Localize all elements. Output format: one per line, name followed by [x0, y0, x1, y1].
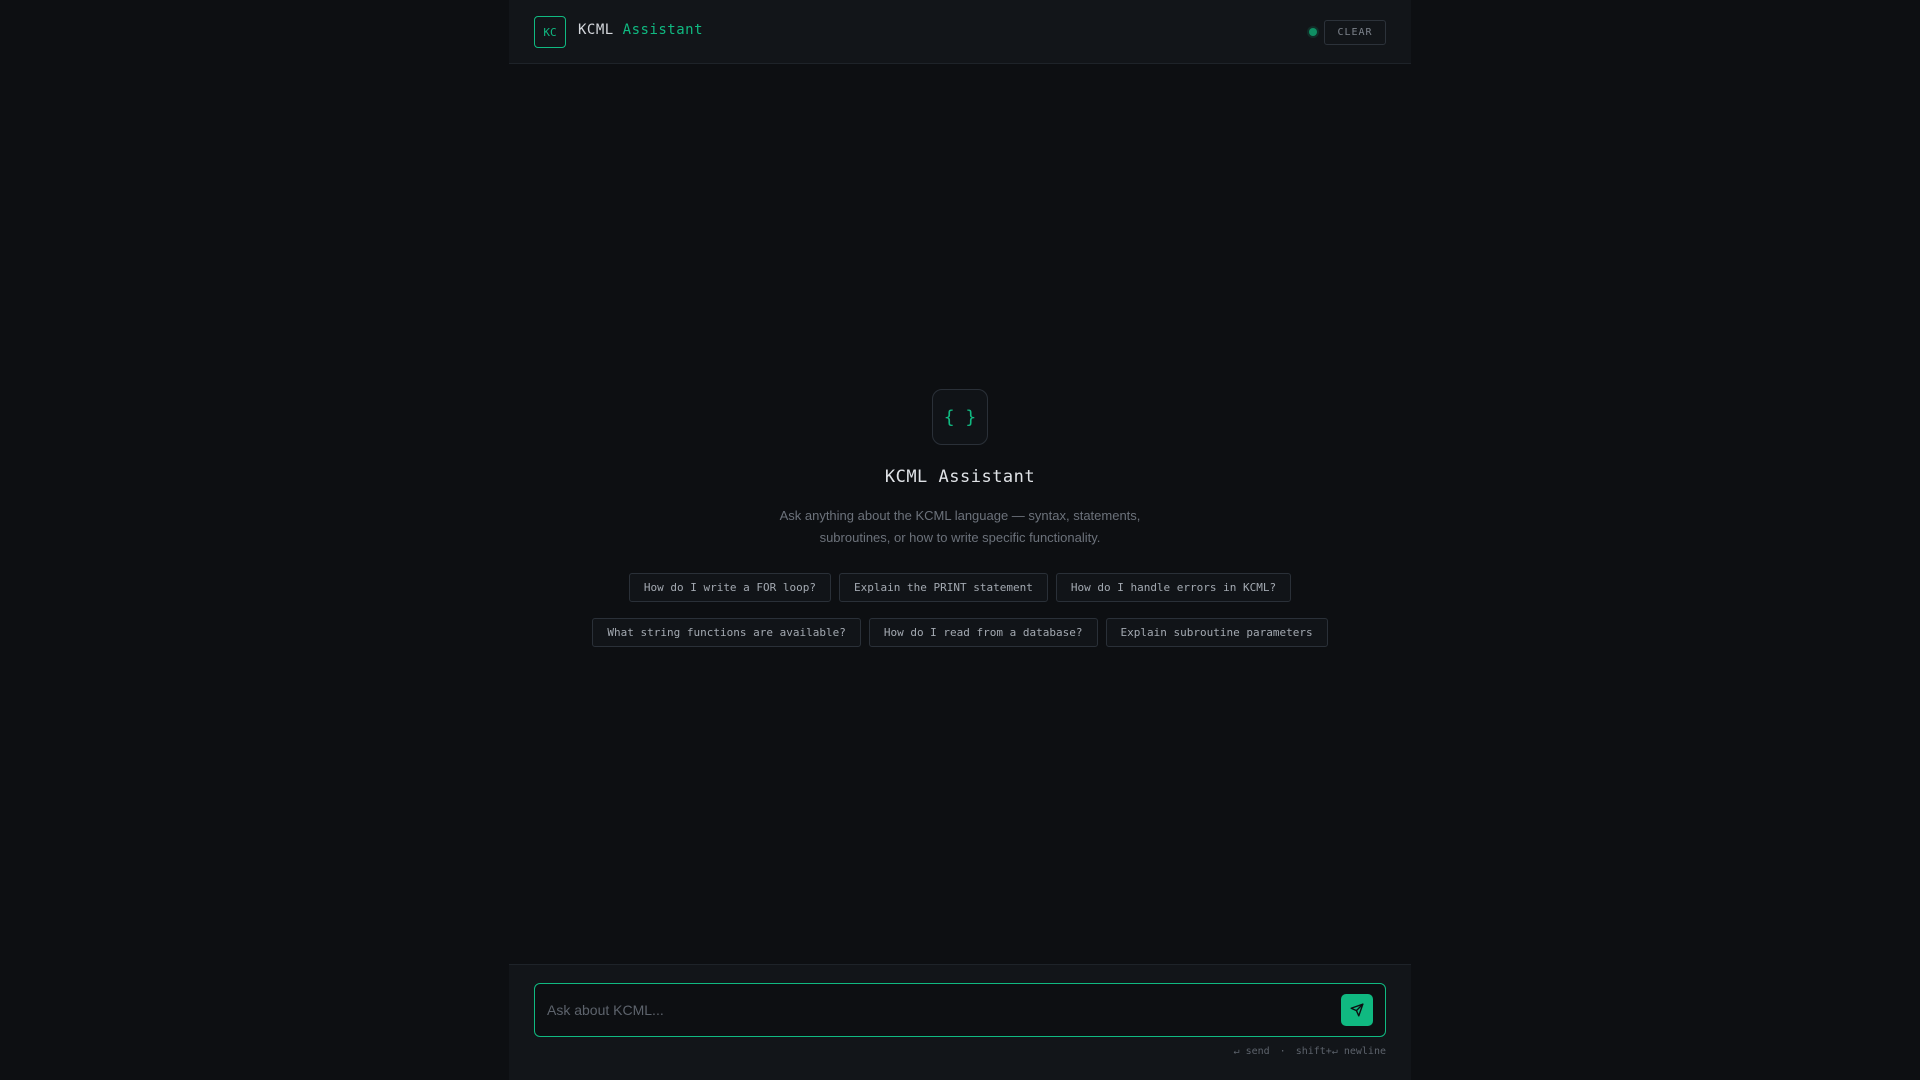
message-input-container	[534, 983, 1386, 1037]
suggestion-chip[interactable]: How do I write a FOR loop?	[628, 573, 832, 602]
clear-button[interactable]: CLEAR	[1324, 20, 1386, 45]
empty-state-title: KCML Assistant	[884, 467, 1036, 487]
empty-state: { } KCML Assistant Ask anything about th…	[509, 389, 1411, 647]
suggestion-row-1: How do I write a FOR loop? Explain the P…	[560, 573, 1360, 602]
keyboard-hints: ↵ send · shift+↵ newline	[1234, 1046, 1386, 1057]
send-button[interactable]	[1341, 994, 1373, 1026]
suggestion-row-2: What string functions are available? How…	[560, 618, 1360, 647]
app-title-accent: Assistant	[622, 22, 704, 38]
status-indicator	[1309, 28, 1317, 36]
send-icon	[1350, 1003, 1364, 1017]
suggestion-list: How do I write a FOR loop? Explain the P…	[560, 573, 1360, 647]
message-composer: ↵ send · shift+↵ newline	[509, 964, 1411, 1080]
app-window: KC KCML Assistant CLEAR { } KCML Assista…	[509, 0, 1411, 1080]
suggestion-chip[interactable]: How do I handle errors in KCML?	[1055, 573, 1292, 602]
hint-newline: shift+↵ newline	[1295, 1046, 1386, 1057]
hint-send: ↵ send	[1233, 1046, 1270, 1057]
suggestion-chip[interactable]: Explain subroutine parameters	[1105, 618, 1328, 647]
suggestion-chip[interactable]: Explain the PRINT statement	[839, 573, 1048, 602]
message-input[interactable]	[547, 984, 1327, 1036]
app-title: KCML Assistant	[578, 22, 703, 38]
suggestion-chip[interactable]: What string functions are available?	[592, 618, 861, 647]
empty-state-description: Ask anything about the KCML language — s…	[779, 508, 1141, 545]
hint-separator: ·	[1279, 1046, 1286, 1057]
logo-badge: KC	[534, 16, 566, 48]
code-braces-icon: { }	[932, 389, 988, 445]
app-title-primary: KCML	[578, 22, 614, 38]
suggestion-chip[interactable]: How do I read from a database?	[868, 618, 1098, 647]
top-bar: KC KCML Assistant CLEAR	[509, 0, 1411, 64]
